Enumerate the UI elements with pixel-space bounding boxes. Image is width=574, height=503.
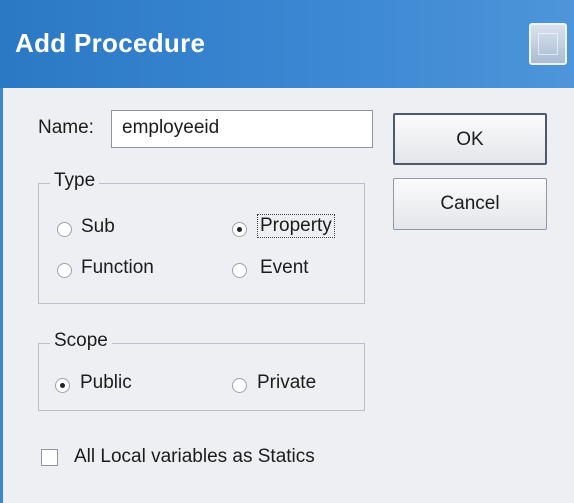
dialog-title: Add Procedure — [15, 28, 206, 58]
name-input[interactable]: employeeid — [111, 110, 373, 148]
radio-public[interactable] — [55, 378, 70, 393]
name-label: Name: — [38, 117, 94, 138]
radio-sub-label[interactable]: Sub — [81, 216, 115, 238]
ok-button[interactable]: OK — [393, 113, 547, 165]
radio-property[interactable] — [232, 222, 247, 237]
radio-function[interactable] — [57, 263, 72, 278]
statics-checkbox[interactable] — [41, 449, 58, 466]
radio-private-label[interactable]: Private — [257, 372, 316, 394]
radio-public-label[interactable]: Public — [80, 372, 132, 394]
type-group-title: Type — [50, 170, 100, 192]
radio-property-label[interactable]: Property — [257, 214, 335, 238]
scope-group-title: Scope — [50, 330, 112, 352]
radio-event-label[interactable]: Event — [260, 257, 309, 279]
radio-private[interactable] — [232, 378, 247, 393]
cancel-button[interactable]: Cancel — [393, 178, 547, 230]
type-group — [38, 183, 365, 304]
radio-sub[interactable] — [57, 222, 72, 237]
add-procedure-dialog: Add Procedure Name: employeeid OK Cancel… — [0, 0, 574, 503]
close-button[interactable] — [529, 23, 567, 65]
radio-function-label[interactable]: Function — [81, 257, 154, 279]
title-bar[interactable]: Add Procedure — [0, 0, 574, 88]
radio-event[interactable] — [232, 263, 247, 278]
statics-checkbox-label[interactable]: All Local variables as Statics — [74, 446, 315, 468]
